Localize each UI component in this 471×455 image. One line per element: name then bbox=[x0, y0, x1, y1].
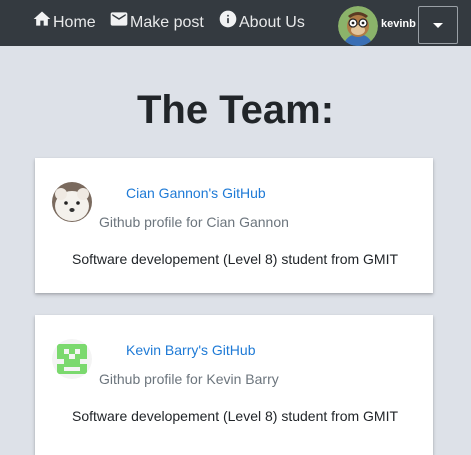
navbar: Home Make post About Us kevinb bbox=[0, 0, 471, 46]
nav-home-label: Home bbox=[53, 14, 96, 31]
nav-make-post-label: Make post bbox=[130, 14, 204, 31]
team-card: Kevin Barry's GitHub Github profile for … bbox=[35, 315, 433, 455]
username: kevinb bbox=[381, 18, 416, 30]
nav-about-label: About Us bbox=[239, 14, 305, 31]
profile-description: Software developement (Level 8) student … bbox=[72, 251, 399, 267]
user-avatar[interactable] bbox=[338, 6, 378, 46]
team-card: Cian Gannon's GitHub Github profile for … bbox=[35, 158, 433, 293]
github-profile-link[interactable]: Cian Gannon's GitHub bbox=[126, 185, 266, 201]
user-menu-toggle[interactable] bbox=[418, 6, 458, 44]
profile-subtitle: Github profile for Cian Gannon bbox=[99, 214, 289, 230]
profile-avatar bbox=[52, 339, 92, 379]
page-title: The Team: bbox=[136, 88, 335, 132]
profile-description: Software developement (Level 8) student … bbox=[72, 408, 399, 424]
profile-subtitle: Github profile for Kevin Barry bbox=[99, 371, 279, 387]
nav-about-link[interactable]: About Us bbox=[218, 0, 305, 46]
profile-avatar bbox=[52, 182, 92, 222]
github-profile-link[interactable]: Kevin Barry's GitHub bbox=[126, 342, 256, 358]
home-icon bbox=[32, 9, 52, 29]
mail-icon bbox=[109, 9, 129, 29]
nav-home-link[interactable]: Home bbox=[32, 0, 96, 46]
info-icon bbox=[218, 9, 238, 29]
caret-down-icon bbox=[433, 22, 443, 28]
nav-make-post-link[interactable]: Make post bbox=[109, 0, 204, 46]
